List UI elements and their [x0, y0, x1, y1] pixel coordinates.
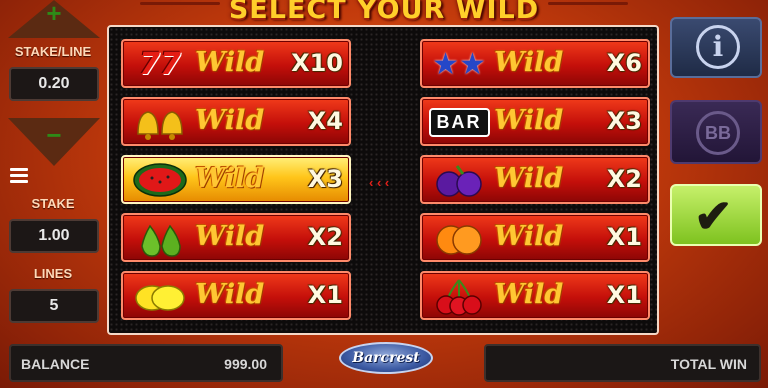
wild-label: Wild — [195, 105, 265, 136]
balance-value: 999.00 — [224, 356, 267, 372]
confirm-button[interactable]: ✔ — [670, 184, 762, 246]
plus-icon: + — [46, 0, 62, 28]
wild-label: Wild — [195, 47, 265, 78]
stake-line-value: 0.20 — [9, 67, 99, 101]
multiplier: X10 — [291, 49, 343, 77]
sevens-icon: 77 — [139, 46, 181, 82]
lines-value: 5 — [9, 289, 99, 323]
wild-option-bar[interactable]: BAR Wild X3 — [420, 97, 650, 146]
increase-stake-button[interactable]: + — [8, 0, 100, 38]
left-panel: + STAKE/LINE 0.20 − STAKE 1.00 LINES 5 — [0, 0, 106, 340]
multiplier: X1 — [307, 281, 343, 309]
wild-label: Wild — [494, 105, 564, 136]
wild-option-pears[interactable]: Wild X2 — [121, 213, 351, 262]
lines-label: LINES — [33, 266, 73, 281]
decrease-stake-button[interactable]: − — [8, 118, 100, 166]
big-bet-button[interactable]: BB — [670, 100, 762, 164]
minus-icon: − — [46, 120, 62, 150]
wild-label: Wild — [195, 279, 265, 310]
wild-label: Wild — [494, 279, 564, 310]
balance-label: BALANCE — [21, 356, 90, 372]
wild-option-bells[interactable]: Wild X4 — [121, 97, 351, 146]
wild-option-sevens[interactable]: 77 Wild X10 — [121, 39, 351, 88]
bells-icon — [129, 102, 191, 142]
stake-label: STAKE — [31, 196, 75, 211]
wild-label: Wild — [195, 163, 265, 194]
wild-option-plums[interactable]: Wild X2 — [420, 155, 650, 204]
orange-icon — [428, 218, 490, 258]
wild-label: Wild — [195, 221, 265, 252]
big-bet-icon: BB — [696, 111, 740, 155]
multiplier: X3 — [307, 165, 343, 193]
balance-panel: BALANCE 999.00 — [9, 344, 283, 382]
total-win-panel: TOTAL WIN — [484, 344, 761, 382]
info-icon: i — [696, 25, 740, 69]
checkmark-icon: ✔ — [694, 190, 733, 242]
pears-icon — [129, 218, 191, 258]
multiplier: X1 — [606, 223, 642, 251]
multiplier: X4 — [307, 107, 343, 135]
bar-icon: BAR — [428, 102, 490, 142]
star-icon: ★★ — [432, 47, 486, 81]
wild-label: Wild — [494, 47, 564, 78]
wild-option-lemon[interactable]: Wild X1 — [121, 271, 351, 320]
wild-selection-panel: 77 Wild X10 ★★ Wild X6 Wild X4 BAR Wild … — [107, 25, 659, 335]
lemon-icon — [129, 276, 191, 316]
selection-indicator: ‹ ‹ ‹ — [369, 175, 390, 190]
wild-option-orange[interactable]: Wild X1 — [420, 213, 650, 262]
menu-icon[interactable] — [10, 168, 28, 186]
multiplier: X1 — [606, 281, 642, 309]
wild-option-cherries[interactable]: Wild X1 — [420, 271, 650, 320]
plums-icon — [428, 160, 490, 200]
total-win-label: TOTAL WIN — [670, 356, 747, 372]
stake-line-label: STAKE/LINE — [14, 44, 92, 59]
multiplier: X3 — [606, 107, 642, 135]
barcrest-logo: Barcrest — [339, 342, 433, 374]
wild-option-watermelon[interactable]: Wild X3 — [121, 155, 351, 204]
wild-option-star[interactable]: ★★ Wild X6 — [420, 39, 650, 88]
info-button[interactable]: i — [670, 17, 762, 78]
watermelon-icon — [129, 160, 191, 200]
wild-label: Wild — [494, 163, 564, 194]
multiplier: X2 — [307, 223, 343, 251]
stake-value: 1.00 — [9, 219, 99, 253]
multiplier: X6 — [606, 49, 642, 77]
multiplier: X2 — [606, 165, 642, 193]
page-title: SELECT YOUR WILD — [228, 0, 540, 25]
wild-label: Wild — [494, 221, 564, 252]
cherries-icon — [428, 276, 490, 316]
